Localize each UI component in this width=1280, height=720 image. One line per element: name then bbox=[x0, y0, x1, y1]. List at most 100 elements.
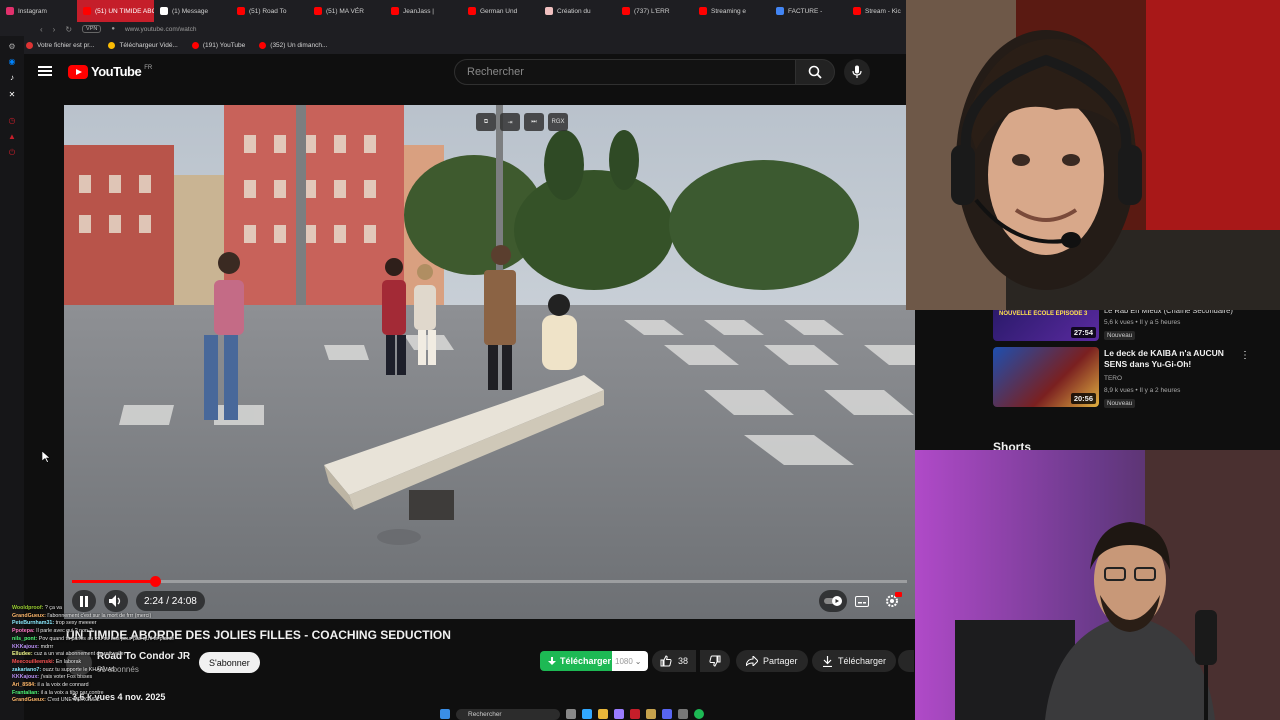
share-button[interactable]: Partager bbox=[736, 650, 808, 672]
extension-icon[interactable]: ▲ bbox=[7, 132, 17, 142]
app-icon[interactable] bbox=[646, 709, 656, 719]
tiktok-icon[interactable]: ♪ bbox=[7, 73, 17, 83]
back-icon[interactable]: ‹ bbox=[40, 25, 43, 34]
progress-fill bbox=[72, 580, 155, 583]
discord-icon[interactable] bbox=[662, 709, 672, 719]
bookmark-item[interactable]: (352) Un dimanch... bbox=[259, 41, 327, 49]
extension-download-label: Télécharger bbox=[560, 656, 612, 666]
like-button[interactable]: 38 bbox=[652, 650, 697, 672]
spotify-icon[interactable] bbox=[694, 709, 704, 719]
browser-tab[interactable]: (51) Road To bbox=[231, 0, 308, 22]
extension-download-button[interactable]: Télécharger bbox=[540, 651, 620, 671]
search-input[interactable]: Rechercher bbox=[454, 59, 796, 85]
browser-tab[interactable]: Streaming e bbox=[693, 0, 770, 22]
webcam-feed-1 bbox=[906, 0, 1280, 310]
bookmark-item[interactable]: Téléchargeur Vidé... bbox=[108, 41, 178, 49]
url-text[interactable]: www.youtube.com/watch bbox=[125, 26, 197, 33]
share-label: Partager bbox=[763, 656, 798, 666]
premiere-icon[interactable] bbox=[614, 709, 624, 719]
x-icon[interactable]: ✕ bbox=[7, 90, 17, 100]
settings-button[interactable] bbox=[882, 592, 902, 610]
mic-icon bbox=[852, 65, 862, 78]
chat-message: GrandGueux: l'abonnement c'est sur la mo… bbox=[12, 613, 212, 621]
rec-title-2[interactable]: Le deck de KAIBA n'a AUCUN SENS dans Yu-… bbox=[1104, 348, 1234, 370]
tab-label: Création du bbox=[557, 7, 591, 15]
task-view-icon[interactable] bbox=[566, 709, 576, 719]
chat-text: il a la voix de connard bbox=[37, 682, 89, 689]
youtube-logo[interactable]: YouTube FR bbox=[68, 64, 152, 79]
browser-tab[interactable]: Instagram bbox=[0, 0, 77, 22]
photoshop-icon[interactable] bbox=[582, 709, 592, 719]
vpn-badge[interactable]: VPN bbox=[82, 25, 102, 33]
skip-icon[interactable]: ⏭ bbox=[524, 113, 544, 131]
clip-button[interactable] bbox=[898, 650, 914, 672]
browser-tab[interactable]: (51) UN TIMIDE ABO bbox=[77, 0, 154, 22]
webcam-feed-2 bbox=[915, 450, 1280, 720]
rec-thumbnail-1[interactable]: NOUVELLE ÉCOLE ÉPISODE 3 27:54 bbox=[993, 307, 1099, 341]
chat-username: Frantalian: bbox=[12, 689, 40, 696]
chat-username: nils_pont: bbox=[12, 635, 38, 642]
rec-thumbnail-2[interactable]: 20:56 bbox=[993, 347, 1099, 407]
reload-icon[interactable]: ↻ bbox=[65, 25, 72, 34]
bookmark-favicon-icon bbox=[26, 41, 33, 49]
rec-thumb-text-1: NOUVELLE ÉCOLE ÉPISODE 3 bbox=[999, 311, 1088, 317]
chat-message: Wooldproof: ? ça va bbox=[12, 605, 212, 613]
tab-label: (51) UN TIMIDE ABO bbox=[95, 7, 154, 15]
obs-icon[interactable] bbox=[678, 709, 688, 719]
forward-icon[interactable]: › bbox=[53, 25, 56, 34]
kebab-icon[interactable]: ⋮ bbox=[1240, 350, 1250, 361]
taskbar: Rechercher bbox=[440, 708, 910, 720]
tab-favicon-icon bbox=[853, 7, 861, 15]
browser-tab[interactable]: FACTURE - bbox=[770, 0, 847, 22]
browser-tab[interactable]: Stream - Kic bbox=[847, 0, 906, 22]
tab-favicon-icon bbox=[391, 7, 399, 15]
subtitles-button[interactable] bbox=[852, 592, 872, 610]
quality-select[interactable]: 1080 ⌄ bbox=[612, 651, 648, 671]
stream-chat-overlay: Wooldproof: ? ça va GrandGueux: l'abonnem… bbox=[12, 605, 212, 705]
address-bar[interactable]: ‹ › ↻ VPN ● www.youtube.com/watch bbox=[0, 22, 906, 36]
autoplay-toggle[interactable] bbox=[819, 590, 847, 612]
pip-icon[interactable]: ⧉ bbox=[476, 113, 496, 131]
progress-scrubber[interactable] bbox=[149, 576, 161, 587]
browser-tab[interactable]: JeanJass | bbox=[385, 0, 462, 22]
taskbar-search[interactable]: Rechercher bbox=[456, 708, 560, 720]
bookmark-label: Votre fichier est pr... bbox=[37, 41, 95, 49]
folder-icon[interactable] bbox=[598, 709, 608, 719]
tab-favicon-icon bbox=[622, 7, 630, 15]
rgx-button[interactable]: RGX bbox=[548, 113, 568, 131]
messenger-icon[interactable]: ◉ bbox=[7, 57, 17, 67]
rec-channel-2[interactable]: TERO bbox=[1104, 375, 1122, 382]
chat-text: trop sexy meeeer bbox=[55, 620, 97, 627]
browser-tab[interactable]: German Und bbox=[462, 0, 539, 22]
browser-tab[interactable]: (737) L'ERR bbox=[616, 0, 693, 22]
browser-tab[interactable]: Création du bbox=[539, 0, 616, 22]
progress-bar[interactable] bbox=[72, 576, 907, 587]
chat-text: ouzz tu supporte le KHAAMAS bbox=[42, 666, 115, 673]
windows-start-icon[interactable] bbox=[440, 709, 450, 719]
bookmark-item[interactable]: Votre fichier est pr... bbox=[26, 41, 95, 49]
settings-rail-icon[interactable]: ⚙ bbox=[7, 42, 17, 52]
browser-tab[interactable]: (51) MA VÉR bbox=[308, 0, 385, 22]
expand-icon[interactable]: ⇥ bbox=[500, 113, 520, 131]
tab-favicon-icon bbox=[237, 7, 245, 15]
search-button[interactable] bbox=[795, 59, 835, 85]
download-button[interactable]: Télécharger bbox=[812, 650, 897, 672]
power-icon[interactable]: ⏻ bbox=[7, 148, 17, 158]
opera-icon[interactable] bbox=[630, 709, 640, 719]
bookmark-item[interactable]: (191) YouTube bbox=[191, 41, 246, 49]
video-player[interactable]: ⧉ ⇥ ⏭ RGX 2:24 / 24:08 bbox=[64, 105, 915, 619]
bookmark-label: (191) YouTube bbox=[202, 41, 246, 49]
recommendations-sidebar: NOUVELLE ÉCOLE ÉPISODE 3 27:54 Le Rab En… bbox=[978, 300, 1280, 454]
voice-search-button[interactable] bbox=[844, 59, 870, 85]
rec-badge-2: Nouveau bbox=[1104, 399, 1136, 408]
chat-message: Ari_8584: il a la voix de connard bbox=[12, 682, 212, 690]
dislike-button[interactable] bbox=[700, 650, 730, 672]
chat-message: Frantalian: il a la voix a tibo par cont… bbox=[12, 690, 212, 698]
browser-tab[interactable]: (1) Message bbox=[154, 0, 231, 22]
chat-username: Meecouilleenski: bbox=[12, 658, 55, 665]
subtitles-icon bbox=[855, 595, 869, 607]
download-label: Télécharger bbox=[838, 656, 887, 666]
menu-icon[interactable] bbox=[38, 64, 52, 78]
history-icon[interactable]: ◷ bbox=[7, 116, 17, 126]
youtube-header: YouTube FR Rechercher bbox=[24, 54, 906, 90]
